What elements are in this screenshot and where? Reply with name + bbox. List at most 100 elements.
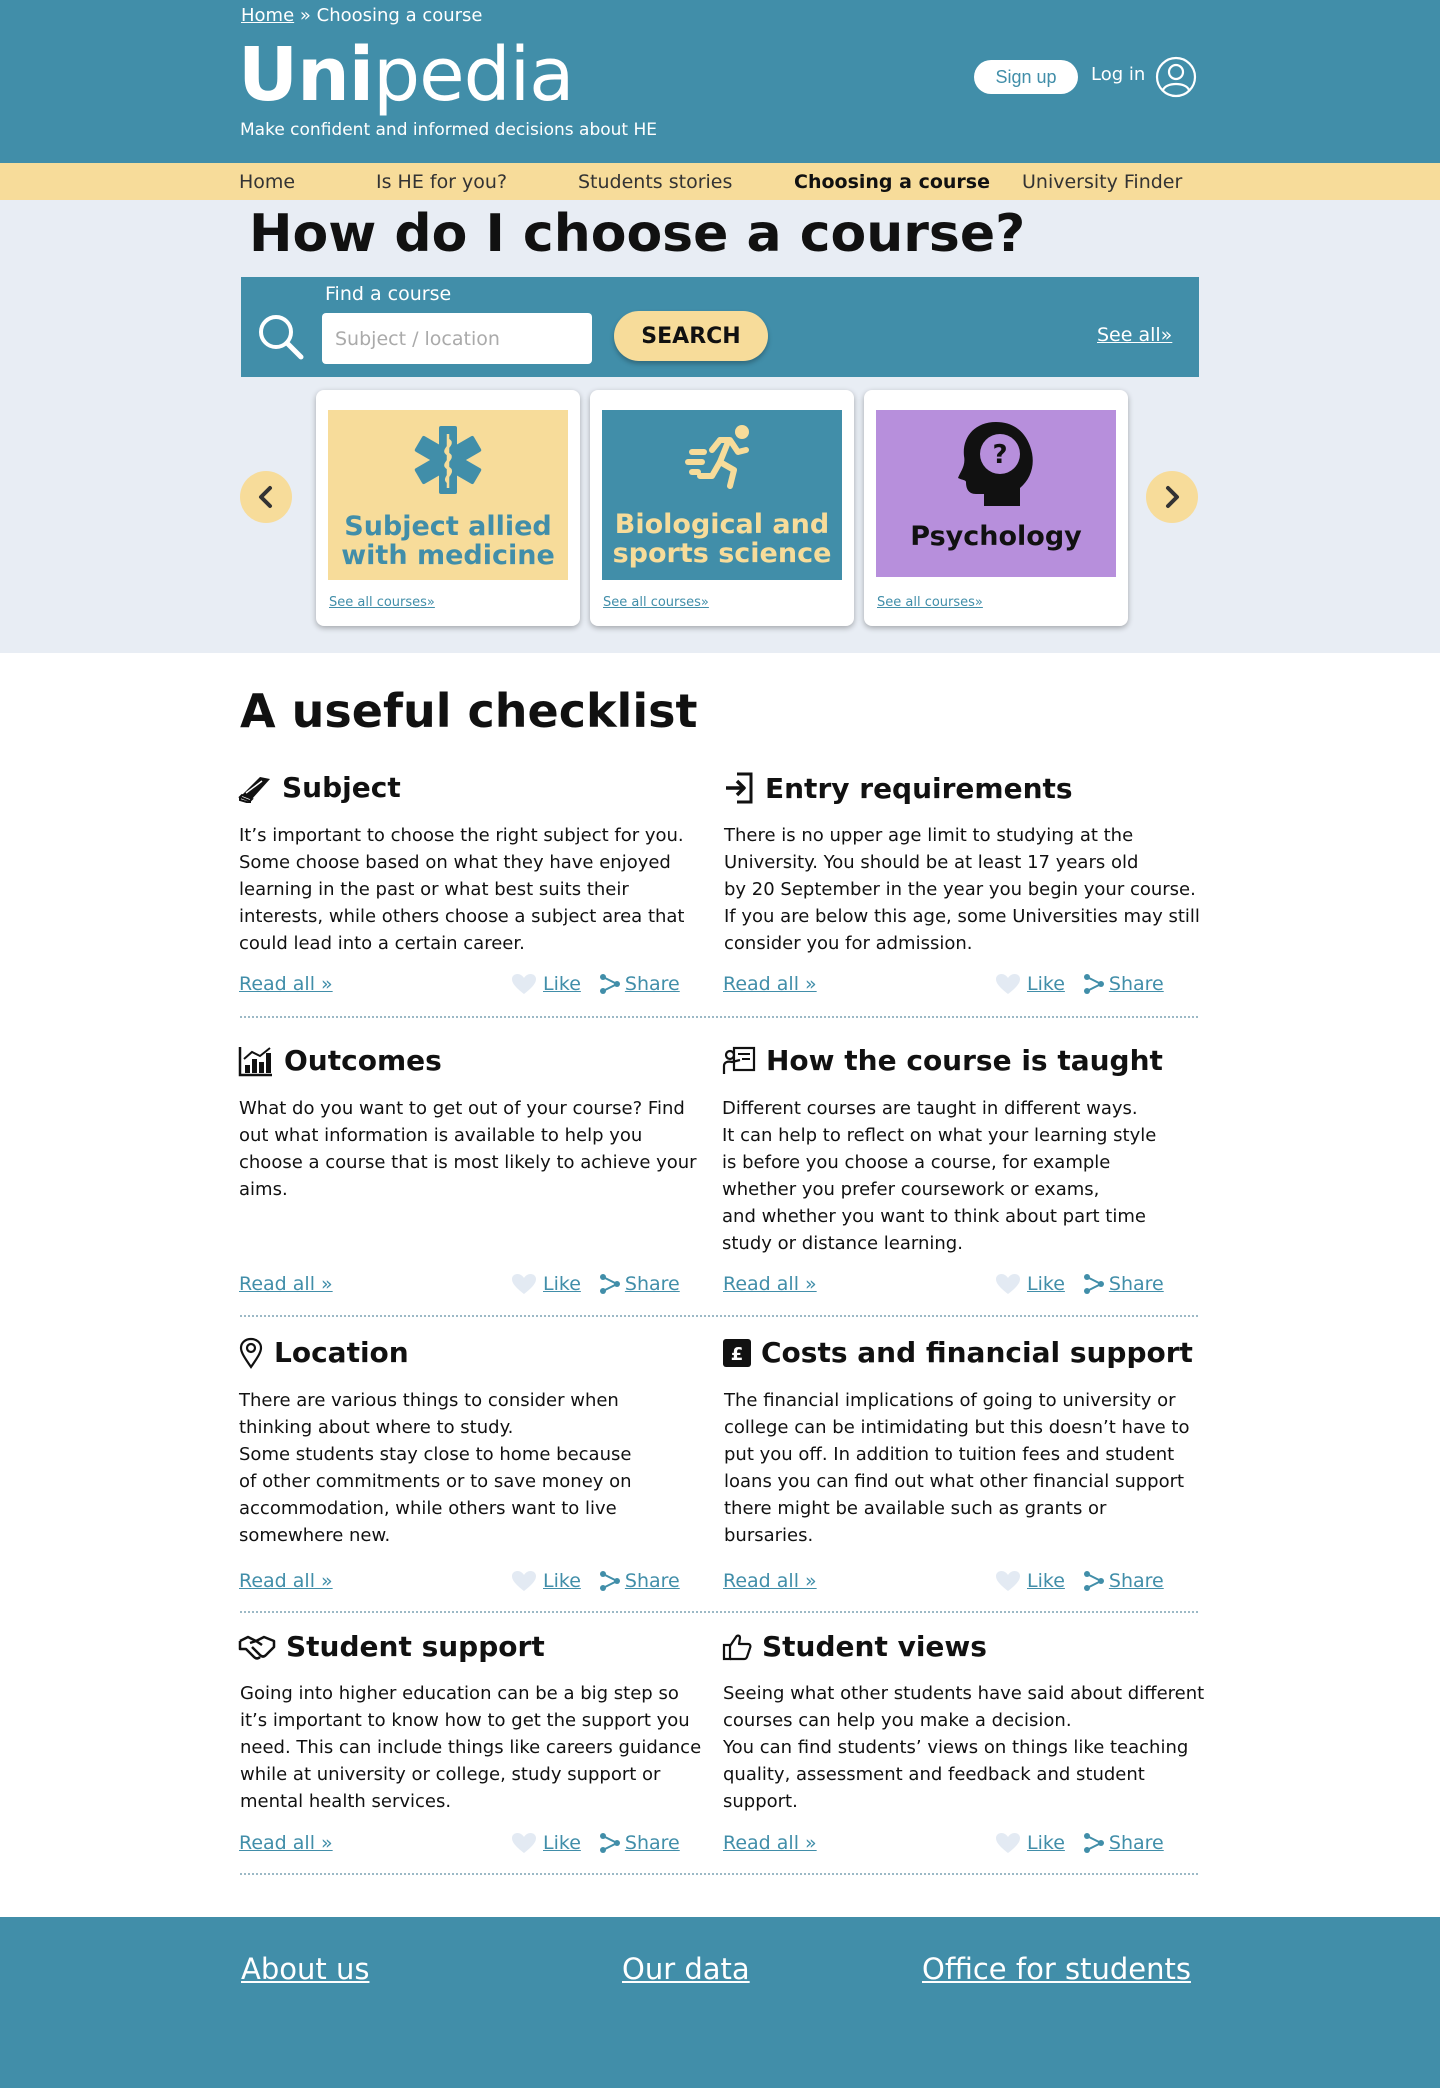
- course-card-medicine[interactable]: Subject allied with medicine See all cou…: [316, 390, 580, 626]
- see-all-link[interactable]: See all»: [1097, 324, 1172, 346]
- text-line: choose a course that is most likely to a…: [239, 1152, 697, 1173]
- read-all-link[interactable]: Read all »: [723, 1832, 817, 1854]
- heart-icon: [996, 1571, 1020, 1591]
- like-share-group: Like Share: [511, 1273, 680, 1295]
- text-line: and whether you want to think about part…: [722, 1206, 1146, 1227]
- checklist-item-how-taught: How the course is taught: [722, 1044, 1163, 1077]
- text-line: Going into higher education can be a big…: [240, 1683, 679, 1704]
- nav-item-home[interactable]: Home: [239, 171, 295, 193]
- share-button[interactable]: Share: [599, 1273, 680, 1295]
- search-icon: [259, 315, 304, 360]
- like-label: Like: [543, 973, 581, 995]
- read-all-link[interactable]: Read all »: [723, 1570, 817, 1592]
- breadcrumb-home-link[interactable]: Home: [241, 5, 294, 26]
- card-tile[interactable]: ? Psychology: [876, 410, 1116, 577]
- read-all-link[interactable]: Read all »: [239, 1570, 333, 1592]
- share-label: Share: [624, 1832, 680, 1854]
- like-button[interactable]: Like: [511, 973, 581, 995]
- user-account-icon[interactable]: [1155, 56, 1197, 98]
- see-all-courses-link[interactable]: See all courses»: [603, 595, 709, 610]
- checklist-item-text: The financial implications of going to u…: [724, 1387, 1190, 1549]
- card-tile[interactable]: Subject allied with medicine: [328, 410, 568, 580]
- like-button[interactable]: Like: [995, 973, 1065, 995]
- read-all-link[interactable]: Read all »: [723, 1273, 817, 1295]
- svg-text:£: £: [731, 1344, 744, 1365]
- share-button[interactable]: Share: [599, 973, 680, 995]
- map-pin-icon: [239, 1337, 263, 1369]
- text-line: There is no upper age limit to studying …: [724, 825, 1134, 846]
- like-button[interactable]: Like: [995, 1273, 1065, 1295]
- heart-icon: [512, 1833, 536, 1853]
- see-all-courses-link[interactable]: See all courses»: [329, 595, 435, 610]
- share-button[interactable]: Share: [1083, 1832, 1164, 1854]
- logo-light-text: pedia: [373, 32, 574, 118]
- find-course-label: Find a course: [325, 283, 452, 305]
- share-icon: [599, 974, 620, 994]
- share-button[interactable]: Share: [599, 1832, 680, 1854]
- breadcrumb-separator: »: [299, 5, 311, 26]
- like-button[interactable]: Like: [995, 1832, 1065, 1854]
- card-title: Psychology: [910, 521, 1082, 552]
- share-icon: [1083, 1571, 1104, 1591]
- handshake-icon: [238, 1635, 276, 1660]
- sign-up-button[interactable]: Sign up: [974, 60, 1078, 94]
- site-logo[interactable]: Unipedia: [238, 30, 575, 120]
- share-button[interactable]: Share: [599, 1570, 680, 1592]
- read-all-link[interactable]: Read all »: [723, 973, 817, 995]
- checklist-item-text: What do you want to get out of your cour…: [239, 1095, 697, 1203]
- checklist-item-title: Student support: [286, 1630, 545, 1663]
- share-button[interactable]: Share: [1083, 1273, 1164, 1295]
- carousel-next-button[interactable]: [1146, 471, 1198, 523]
- site-footer: [0, 1917, 1440, 2088]
- search-input[interactable]: [322, 313, 592, 364]
- footer-link-about-us[interactable]: About us: [241, 1952, 369, 1986]
- text-line: It can help to reflect on what your lear…: [722, 1125, 1157, 1146]
- text-line: while at university or college, study su…: [240, 1764, 661, 1785]
- checklist-item-text: Seeing what other students have said abo…: [723, 1680, 1204, 1815]
- text-line: It’s important to choose the right subje…: [239, 825, 684, 846]
- share-icon: [1083, 1833, 1104, 1853]
- text-line: mental health services.: [240, 1791, 452, 1812]
- heart-icon: [996, 1833, 1020, 1853]
- course-card-biology-sports[interactable]: Biological and sports science See all co…: [590, 390, 854, 626]
- like-button[interactable]: Like: [995, 1570, 1065, 1592]
- card-tile[interactable]: Biological and sports science: [602, 410, 842, 580]
- nav-item-students-stories[interactable]: Students stories: [578, 171, 732, 193]
- carousel-prev-button[interactable]: [240, 471, 292, 523]
- text-line: college can be intimidating but this doe…: [724, 1417, 1190, 1438]
- read-all-link[interactable]: Read all »: [239, 973, 333, 995]
- footer-link-our-data[interactable]: Our data: [622, 1952, 750, 1986]
- text-line: bursaries.: [724, 1525, 814, 1546]
- share-button[interactable]: Share: [1083, 973, 1164, 995]
- search-button[interactable]: SEARCH: [614, 311, 768, 361]
- heart-icon: [996, 974, 1020, 994]
- text-line: of other commitments or to save money on: [239, 1471, 632, 1492]
- text-line: need. This can include things like caree…: [240, 1737, 702, 1758]
- like-button[interactable]: Like: [511, 1832, 581, 1854]
- text-line: there might be available such as grants …: [724, 1498, 1107, 1519]
- nav-item-choosing-a-course[interactable]: Choosing a course: [794, 171, 990, 193]
- nav-item-is-he-for-you[interactable]: Is HE for you?: [376, 171, 507, 193]
- share-button[interactable]: Share: [1083, 1570, 1164, 1592]
- like-button[interactable]: Like: [511, 1273, 581, 1295]
- divider: [240, 1873, 1198, 1875]
- read-all-link[interactable]: Read all »: [239, 1832, 333, 1854]
- footer-link-office-for-students[interactable]: Office for students: [922, 1952, 1191, 1986]
- share-icon: [599, 1833, 620, 1853]
- heart-icon: [996, 1274, 1020, 1294]
- share-icon: [1083, 974, 1104, 994]
- checklist-item-title: Entry requirements: [765, 771, 1073, 805]
- like-button[interactable]: Like: [511, 1570, 581, 1592]
- read-all-link[interactable]: Read all »: [239, 1273, 333, 1295]
- course-card-psychology[interactable]: ? Psychology See all courses»: [864, 390, 1128, 626]
- see-all-courses-link[interactable]: See all courses»: [877, 595, 983, 610]
- log-in-link[interactable]: Log in: [1091, 64, 1145, 85]
- checklist-item-title: How the course is taught: [766, 1044, 1163, 1077]
- like-share-group: Like Share: [995, 1570, 1164, 1592]
- text-line: There are various things to consider whe…: [239, 1390, 619, 1411]
- card-title: Biological and sports science: [612, 509, 832, 569]
- checklist-item-title: Outcomes: [284, 1044, 442, 1077]
- medical-star-icon: [414, 426, 482, 494]
- head-question-icon: ?: [958, 422, 1033, 506]
- nav-item-university-finder[interactable]: University Finder: [1022, 171, 1182, 193]
